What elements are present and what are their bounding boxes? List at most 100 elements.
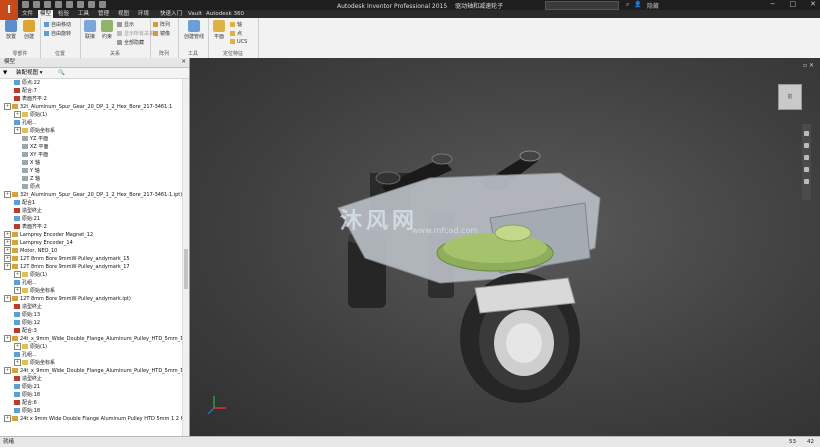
expand-toggle-icon[interactable]: + — [4, 335, 11, 342]
tree-node[interactable]: 造型终止 — [14, 303, 42, 311]
expand-toggle-icon[interactable]: + — [4, 191, 11, 198]
expand-toggle-icon[interactable]: + — [4, 247, 11, 254]
joint-button[interactable]: 联接 — [82, 20, 98, 40]
maximize-icon[interactable]: □ — [790, 0, 797, 8]
tab-get-started[interactable]: 快速入门 — [160, 10, 182, 18]
tree-node[interactable]: Y 轴 — [22, 167, 40, 175]
tree-node[interactable]: 表面齐平:2 — [14, 95, 47, 103]
tree-node[interactable]: +32t_Aluminum_Spur_Gear_20_DP_1_2_Hex_Bo… — [4, 191, 182, 199]
tree-node[interactable]: +24t_x_9mm_Wide_Double_Flange_Aluminum_P… — [4, 335, 182, 343]
tree-node[interactable]: 原点 — [22, 183, 40, 191]
tab-file[interactable]: 文件 — [22, 10, 33, 18]
open-icon[interactable] — [33, 1, 40, 8]
tree-node[interactable]: + 原始(1) — [14, 111, 47, 119]
tab-environments[interactable]: 环境 — [138, 10, 149, 18]
expand-toggle-icon[interactable]: + — [14, 287, 21, 294]
tree-node[interactable]: +12T 8mm Bore 9mmW Pulley_andymark.ipt) — [4, 295, 131, 303]
tree-node[interactable]: +24t_x_9mm_Wide_Double_Flange_Aluminum_P… — [4, 367, 182, 375]
create-button[interactable]: 创建 — [21, 20, 37, 40]
assembly-model[interactable] — [190, 58, 820, 436]
free-rotate-button[interactable]: 自由旋转 — [44, 30, 71, 37]
tree-node[interactable]: 孔组... — [14, 351, 37, 359]
show-all-relations-button[interactable]: 显示所有关系 — [117, 30, 154, 37]
tree-node[interactable]: 原始:12 — [14, 319, 40, 327]
assembly-view-dropdown[interactable]: 装配视图 ▾ — [16, 68, 43, 78]
expand-toggle-icon[interactable]: + — [4, 231, 11, 238]
tree-node[interactable]: 孔组... — [14, 279, 37, 287]
tree-node[interactable]: 原始:13 — [14, 311, 40, 319]
axis-button[interactable]: 轴 — [230, 21, 242, 28]
filter-icon[interactable]: ▼ — [3, 68, 7, 78]
show-button[interactable]: 显示 — [117, 21, 134, 28]
tree-node[interactable]: 原始:18 — [14, 391, 40, 399]
tab-tools[interactable]: 工具 — [78, 10, 89, 18]
tree-node[interactable]: 配合1 — [14, 199, 35, 207]
home-icon[interactable] — [77, 1, 84, 8]
tree-node[interactable]: 配合:7 — [14, 87, 37, 95]
tree-node[interactable]: + Motor, NEO_10 — [4, 247, 57, 255]
place-button[interactable]: 放置 — [3, 20, 19, 40]
tree-node[interactable]: 孔组... — [14, 119, 37, 127]
create-pipe-button[interactable]: 创建管线 — [184, 20, 204, 40]
expand-toggle-icon[interactable]: + — [4, 263, 11, 270]
tree-node[interactable]: YZ 平面 — [22, 135, 48, 143]
scroll-thumb[interactable] — [184, 249, 188, 289]
plane-button[interactable]: 平面 — [211, 20, 227, 40]
select-icon[interactable] — [88, 1, 95, 8]
tree-node[interactable]: XY 平面 — [22, 151, 48, 159]
tab-autodesk-360[interactable]: Autodesk 360 — [206, 10, 244, 18]
tree-node[interactable]: + 原始坐标系 — [14, 359, 55, 367]
tree-node[interactable]: +12T 8mm Bore 9mmW Pulley_andymark_15 — [4, 255, 130, 263]
tree-node[interactable]: + 原始(1) — [14, 271, 47, 279]
search-icon[interactable]: ⌕ — [626, 1, 629, 10]
tree-node[interactable]: 原始:21 — [14, 383, 40, 391]
browser-scrollbar[interactable] — [182, 79, 189, 436]
graphics-viewport[interactable]: ▫ ✕ 前 沐风网 www.mfcad.com — [190, 58, 820, 436]
user-icon[interactable]: 👤 — [634, 1, 641, 10]
tree-node[interactable]: + 原始(1) — [14, 343, 47, 351]
tree-node[interactable]: 造型终止 — [14, 207, 42, 215]
tab-model[interactable]: 模型 — [38, 10, 54, 18]
new-icon[interactable] — [22, 1, 29, 8]
minimize-icon[interactable]: − — [770, 0, 776, 8]
pattern-button[interactable]: 阵列 — [153, 21, 170, 28]
tree-node[interactable]: 原始:18 — [14, 407, 40, 415]
expand-toggle-icon[interactable]: + — [14, 271, 21, 278]
free-move-button[interactable]: 自由移动 — [44, 21, 71, 28]
tree-node[interactable]: 原始:21 — [14, 215, 40, 223]
tree-node[interactable]: + 原始坐标系 — [14, 287, 55, 295]
user-name[interactable]: 隐藏 — [647, 1, 659, 10]
expand-toggle-icon[interactable]: + — [4, 239, 11, 246]
tree-node[interactable]: +32t_Aluminum_Spur_Gear_20_DP_1_2_Hex_Bo… — [4, 103, 172, 111]
point-button[interactable]: 点 — [230, 30, 242, 37]
find-icon[interactable]: 🔍 — [58, 68, 65, 78]
material-icon[interactable] — [99, 1, 106, 8]
tree-node[interactable]: + 原始坐标系 — [14, 127, 55, 135]
expand-toggle-icon[interactable]: + — [4, 295, 11, 302]
tab-inspect[interactable]: 检验 — [58, 10, 69, 18]
tab-view[interactable]: 视图 — [118, 10, 129, 18]
tree-node[interactable]: + Lamprey Encoder_14 — [4, 239, 73, 247]
undo-icon[interactable] — [55, 1, 62, 8]
constrain-button[interactable]: 约束 — [99, 20, 115, 40]
tree-node[interactable]: 配合:6 — [14, 399, 37, 407]
expand-toggle-icon[interactable]: + — [4, 415, 11, 422]
expand-toggle-icon[interactable]: + — [14, 359, 21, 366]
expand-toggle-icon[interactable]: + — [14, 111, 21, 118]
tree-node[interactable]: Z 轴 — [22, 175, 40, 183]
tab-manage[interactable]: 管理 — [98, 10, 109, 18]
expand-toggle-icon[interactable]: + — [4, 367, 11, 374]
tree-node[interactable]: 表面齐平:2 — [14, 223, 47, 231]
tree-node[interactable]: XZ 平面 — [22, 143, 48, 151]
redo-icon[interactable] — [66, 1, 73, 8]
expand-toggle-icon[interactable]: + — [14, 343, 21, 350]
browser-title[interactable]: 模型 — [4, 59, 15, 65]
expand-toggle-icon[interactable]: + — [4, 103, 11, 110]
expand-toggle-icon[interactable]: + — [4, 255, 11, 262]
close-icon[interactable]: ✕ — [810, 0, 816, 8]
tree-node[interactable]: + Lamprey Encoder Magnet_12 — [4, 231, 93, 239]
save-icon[interactable] — [44, 1, 51, 8]
tree-node[interactable]: 造型终止 — [14, 375, 42, 383]
application-menu-button[interactable]: I — [0, 0, 18, 20]
hide-all-button[interactable]: 全部隐藏 — [117, 39, 144, 46]
